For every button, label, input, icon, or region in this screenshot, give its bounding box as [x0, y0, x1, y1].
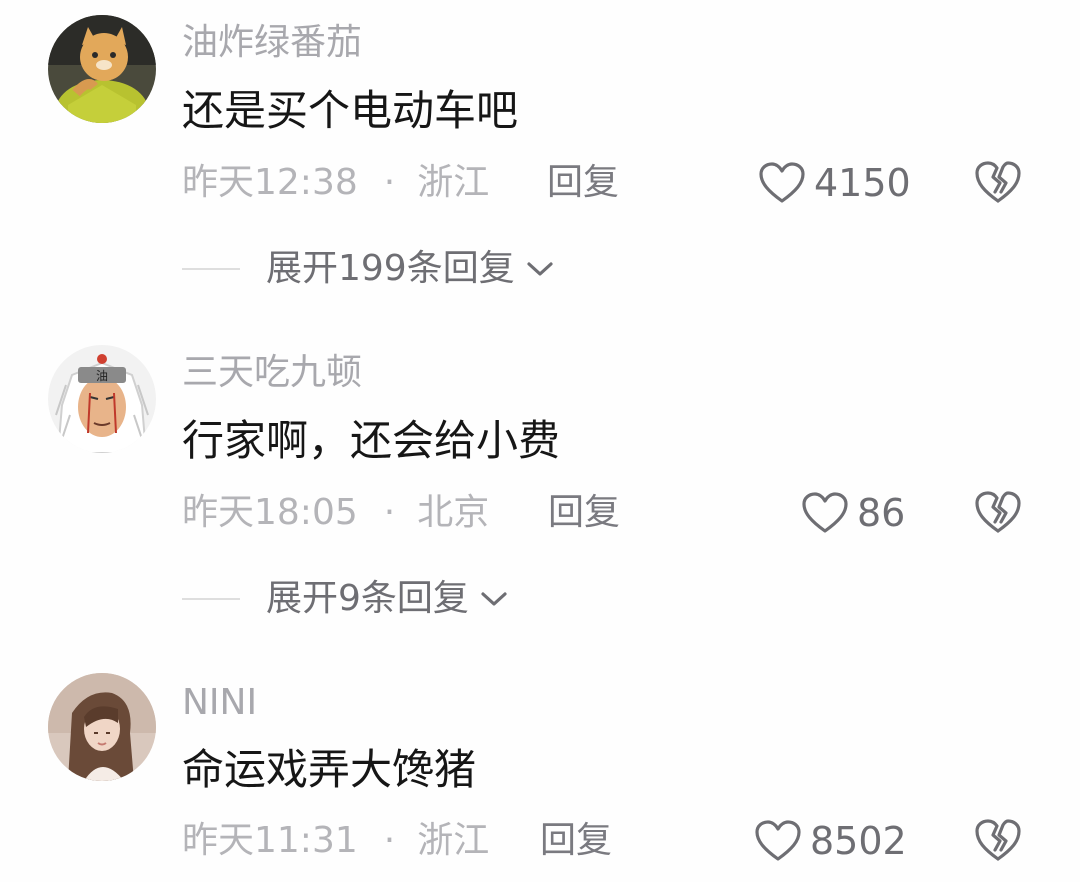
- comment-meta: 昨天18:05 · 北京: [182, 491, 489, 535]
- comment-text: 行家啊，还会给小费: [182, 416, 561, 465]
- divider-line: [182, 268, 240, 270]
- comment-text: 命运戏弄大馋猪: [182, 745, 477, 794]
- heart-icon: [802, 492, 848, 533]
- like-button[interactable]: 4150: [758, 159, 911, 207]
- reply-button[interactable]: 回复: [547, 161, 619, 205]
- like-count: 4150: [814, 161, 911, 205]
- broken-heart-icon: [975, 819, 1021, 861]
- meta-separator: ·: [383, 820, 396, 861]
- ninja-avatar-icon: 油: [48, 345, 156, 453]
- dislike-button[interactable]: [974, 817, 1022, 863]
- chevron-down-icon: [527, 262, 553, 276]
- avatar[interactable]: [48, 673, 156, 781]
- expand-replies-button[interactable]: 展开199条回复: [182, 247, 555, 291]
- comment-time: 昨天18:05: [182, 492, 358, 533]
- username[interactable]: 三天吃九顿: [182, 351, 362, 395]
- chevron-down-icon: [481, 592, 507, 606]
- username[interactable]: NINI: [182, 681, 257, 725]
- like-button[interactable]: 86: [801, 489, 905, 537]
- comment-location: 北京: [417, 492, 490, 533]
- girl-avatar-icon: [48, 673, 156, 781]
- comment-time: 昨天11:31: [182, 820, 358, 861]
- avatar[interactable]: 油: [48, 345, 156, 453]
- divider-line: [182, 598, 240, 600]
- like-count: 8502: [810, 819, 907, 863]
- expand-replies-label: 展开199条回复: [266, 248, 515, 289]
- reply-button[interactable]: 回复: [548, 491, 620, 535]
- broken-heart-icon: [975, 491, 1021, 533]
- expand-replies-label: 展开9条回复: [266, 578, 469, 619]
- meta-separator: ·: [383, 162, 396, 203]
- expand-replies-button[interactable]: 展开9条回复: [182, 577, 509, 621]
- comment-location: 浙江: [417, 162, 490, 203]
- comment-text: 还是买个电动车吧: [182, 86, 519, 135]
- heart-icon: [755, 820, 801, 861]
- cat-avatar-icon: [48, 15, 156, 123]
- meta-separator: ·: [383, 492, 396, 533]
- avatar[interactable]: [48, 15, 156, 123]
- comment-time: 昨天12:38: [182, 162, 358, 203]
- username[interactable]: 油炸绿番茄: [182, 21, 362, 65]
- comment-meta: 昨天12:38 · 浙江: [182, 161, 489, 205]
- broken-heart-icon: [975, 161, 1021, 203]
- reply-button[interactable]: 回复: [540, 819, 612, 863]
- comment-location: 浙江: [417, 820, 490, 861]
- comment-meta: 昨天11:31 · 浙江: [182, 819, 489, 863]
- headband-text: 油: [96, 369, 108, 383]
- dislike-button[interactable]: [974, 159, 1022, 205]
- like-count: 86: [857, 491, 906, 535]
- dislike-button[interactable]: [974, 489, 1022, 535]
- like-button[interactable]: 8502: [754, 817, 907, 865]
- heart-icon: [759, 162, 805, 203]
